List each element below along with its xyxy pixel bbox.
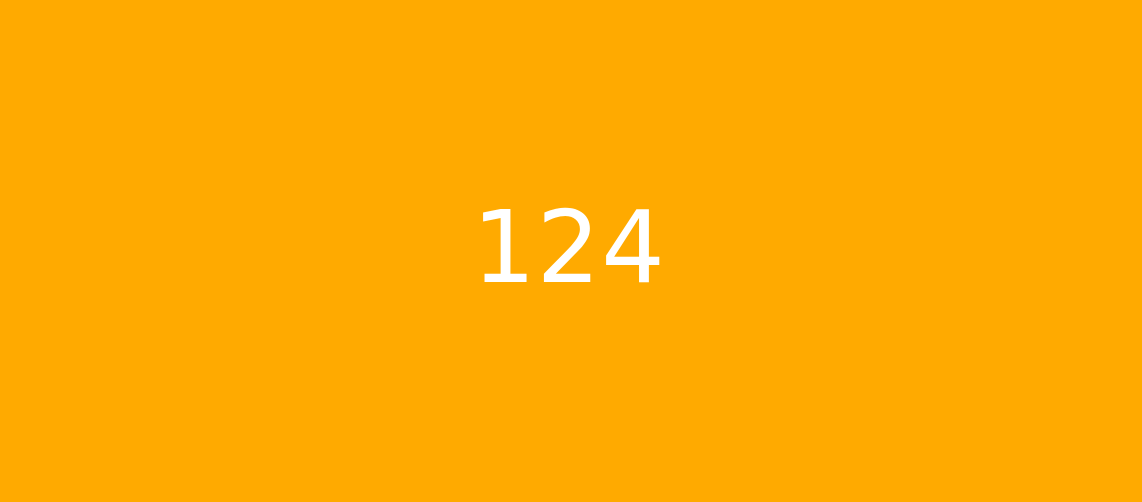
number-tile: 124 xyxy=(0,0,1142,502)
tile-value: 124 xyxy=(472,189,666,306)
